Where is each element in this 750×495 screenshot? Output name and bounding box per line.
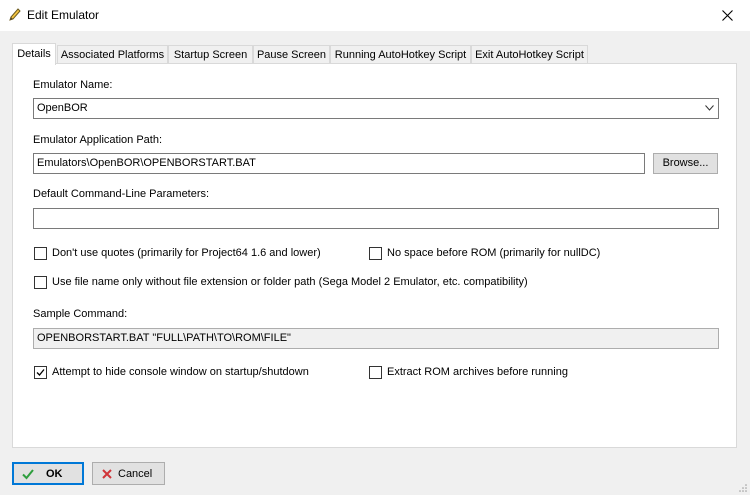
tab-details[interactable]: Details — [12, 43, 56, 65]
no-quotes-checkbox[interactable] — [34, 247, 47, 260]
checkmark-icon — [22, 468, 34, 479]
emulator-name-label: Emulator Name: — [33, 79, 113, 91]
browse-button[interactable]: Browse... — [653, 153, 718, 174]
details-panel: Emulator Name: OpenBOR Emulator Applicat… — [12, 63, 737, 448]
pencil-icon — [9, 8, 21, 21]
extract-rom-checkbox[interactable] — [369, 366, 382, 379]
tab-startup-screen[interactable]: Startup Screen — [168, 45, 253, 64]
app-path-label: Emulator Application Path: — [33, 134, 163, 146]
checkmark-icon — [36, 369, 45, 376]
params-input[interactable] — [33, 208, 719, 229]
tab-pause-screen[interactable]: Pause Screen — [253, 45, 330, 64]
file-name-only-checkbox[interactable] — [34, 276, 47, 289]
tab-associated-platforms[interactable]: Associated Platforms — [57, 45, 168, 64]
params-label: Default Command-Line Parameters: — [33, 188, 210, 200]
ok-label: OK — [46, 467, 63, 480]
emulator-name-value: OpenBOR — [37, 102, 88, 114]
tab-label: Running AutoHotkey Script — [334, 49, 467, 61]
tab-running-autohotkey-script[interactable]: Running AutoHotkey Script — [330, 45, 471, 64]
hide-console-label: Attempt to hide console window on startu… — [52, 366, 309, 378]
sample-command-field: OPENBORSTART.BAT "FULL\PATH\TO\ROM\FILE" — [33, 328, 719, 349]
tab-label: Associated Platforms — [60, 49, 165, 61]
sample-command-value: OPENBORSTART.BAT "FULL\PATH\TO\ROM\FILE" — [37, 332, 291, 344]
no-space-checkbox[interactable] — [369, 247, 382, 260]
file-name-only-label: Use file name only without file extensio… — [52, 276, 528, 288]
cancel-button[interactable]: Cancel — [92, 462, 165, 485]
no-quotes-label: Don't use quotes (primarily for Project6… — [52, 247, 321, 259]
app-path-value: Emulators\OpenBOR\OPENBORSTART.BAT — [37, 157, 256, 169]
tab-label: Exit AutoHotkey Script — [475, 49, 584, 61]
extract-rom-label: Extract ROM archives before running — [387, 366, 568, 378]
hide-console-checkbox[interactable] — [34, 366, 47, 379]
close-button[interactable] — [704, 0, 750, 31]
title-bar: Edit Emulator — [0, 0, 750, 31]
close-icon — [721, 10, 733, 21]
resize-grip-icon[interactable] — [738, 483, 748, 493]
no-space-label: No space before ROM (primarily for nullD… — [387, 247, 601, 259]
ok-button[interactable]: OK — [12, 462, 84, 485]
chevron-down-icon — [705, 105, 714, 111]
cancel-label: Cancel — [118, 467, 153, 480]
tab-label: Details — [17, 48, 51, 60]
app-path-input[interactable]: Emulators\OpenBOR\OPENBORSTART.BAT — [33, 153, 645, 174]
browse-label: Browse... — [662, 157, 709, 169]
tab-label: Pause Screen — [256, 49, 327, 61]
emulator-name-combobox[interactable]: OpenBOR — [33, 98, 719, 119]
close-icon — [102, 468, 112, 479]
tab-label: Startup Screen — [173, 49, 248, 61]
tab-exit-autohotkey-script[interactable]: Exit AutoHotkey Script — [471, 45, 588, 64]
sample-command-label: Sample Command: — [33, 308, 128, 320]
window-title: Edit Emulator — [27, 8, 100, 22]
